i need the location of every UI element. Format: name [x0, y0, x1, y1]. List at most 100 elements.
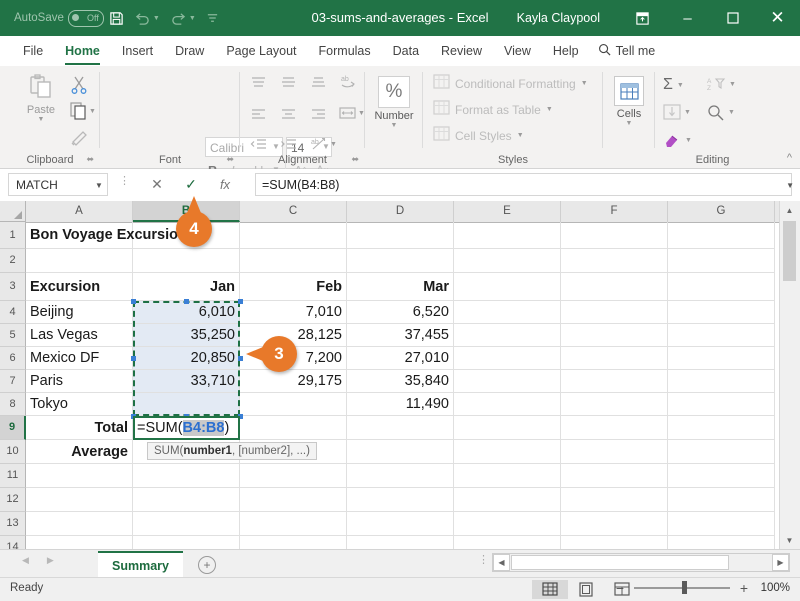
cell-C2[interactable]: [240, 249, 347, 273]
row-header-9[interactable]: 9: [0, 416, 26, 440]
number-dropdown-icon[interactable]: ▼: [391, 122, 398, 129]
cell-F7[interactable]: [561, 370, 668, 393]
cell-A14[interactable]: [26, 536, 133, 549]
cell-B6[interactable]: 20,850: [133, 347, 240, 370]
cell-E14[interactable]: [454, 536, 561, 549]
cell-F13[interactable]: [561, 512, 668, 536]
cell-B5[interactable]: 35,250: [133, 324, 240, 347]
cell-F8[interactable]: [561, 393, 668, 416]
column-header-G[interactable]: G: [668, 201, 775, 222]
column-header-D[interactable]: D: [347, 201, 454, 222]
clear-dropdown-icon[interactable]: ▼: [685, 137, 692, 144]
cells-button[interactable]: Cells ▼: [607, 76, 651, 127]
cell-B13[interactable]: [133, 512, 240, 536]
copy-dropdown-icon[interactable]: ▼: [89, 108, 96, 115]
vertical-scrollbar[interactable]: ▲ ▼: [779, 201, 800, 549]
formula-bar-grip[interactable]: ⋮: [119, 176, 130, 187]
cell-A13[interactable]: [26, 512, 133, 536]
fill-dropdown-icon[interactable]: ▼: [684, 109, 691, 116]
ribbon-display-options-icon[interactable]: [620, 0, 665, 36]
cell-F12[interactable]: [561, 488, 668, 512]
paste-button[interactable]: Paste ▼: [14, 74, 68, 123]
name-box[interactable]: MATCH: [8, 173, 108, 196]
cell-A5[interactable]: Las Vegas: [26, 324, 133, 347]
number-format-button[interactable]: % Number ▼: [371, 76, 417, 129]
cell-G3[interactable]: [668, 273, 775, 301]
center-button[interactable]: [280, 108, 297, 125]
decrease-indent-button[interactable]: [250, 138, 267, 155]
increase-indent-button[interactable]: [280, 138, 297, 155]
cell-area[interactable]: Bon Voyage Excursions Excursion Jan Feb Mar B…: [26, 222, 780, 549]
clear-button[interactable]: ▼: [663, 132, 692, 148]
cell-G2[interactable]: [668, 249, 775, 273]
cell-D4[interactable]: 6,520: [347, 301, 454, 324]
cell-E3[interactable]: [454, 273, 561, 301]
autosum-button[interactable]: Σ ▼: [663, 76, 684, 94]
ribbon-tab-home[interactable]: Home: [54, 36, 111, 66]
find-select-dropdown-icon[interactable]: ▼: [728, 109, 735, 116]
column-header-E[interactable]: E: [454, 201, 561, 222]
cell-E2[interactable]: [454, 249, 561, 273]
zoom-out-button[interactable]: −: [614, 580, 626, 596]
cell-F14[interactable]: [561, 536, 668, 549]
zoom-slider[interactable]: [634, 581, 730, 595]
previous-sheet-button[interactable]: ◀: [22, 555, 29, 566]
cell-E11[interactable]: [454, 464, 561, 488]
cell-C7[interactable]: 29,175: [240, 370, 347, 393]
column-header-C[interactable]: C: [240, 201, 347, 222]
cell-A4[interactable]: Beijing: [26, 301, 133, 324]
row-header-3[interactable]: 3: [0, 273, 26, 301]
row-header-1[interactable]: 1: [0, 222, 26, 249]
scroll-down-button[interactable]: ▼: [780, 531, 799, 549]
in-cell-formula-editor[interactable]: =SUM(B4:B8): [133, 416, 240, 440]
row-header-12[interactable]: 12: [0, 488, 26, 512]
scroll-up-button[interactable]: ▲: [780, 201, 799, 219]
bottom-align-button[interactable]: [310, 76, 327, 94]
cell-C13[interactable]: [240, 512, 347, 536]
cell-F1[interactable]: [561, 222, 668, 249]
find-select-button[interactable]: ▼: [707, 104, 735, 121]
cell-C3[interactable]: Feb: [240, 273, 347, 301]
insert-function-button[interactable]: fx: [208, 173, 242, 196]
format-painter-button[interactable]: [70, 128, 89, 149]
styles-item-dropdown-icon[interactable]: ▼: [546, 106, 553, 113]
add-sheet-button[interactable]: +: [198, 556, 216, 574]
cell-E9[interactable]: [454, 416, 561, 440]
cell-D8[interactable]: 11,490: [347, 393, 454, 416]
redo-icon[interactable]: ▼: [165, 0, 201, 36]
cell-G1[interactable]: [668, 222, 775, 249]
user-name[interactable]: Kayla Claypool: [517, 0, 600, 36]
next-sheet-button[interactable]: ▶: [47, 555, 54, 566]
ribbon-tab-draw[interactable]: Draw: [164, 36, 215, 66]
row-header-8[interactable]: 8: [0, 393, 26, 416]
align-right-button[interactable]: [310, 108, 327, 125]
cell-D12[interactable]: [347, 488, 454, 512]
styles-item-conditional-formatting[interactable]: Conditional Formatting ▼: [433, 74, 588, 93]
cell-G14[interactable]: [668, 536, 775, 549]
close-button[interactable]: ✕: [755, 0, 800, 36]
formula-input[interactable]: =SUM(B4:B8): [255, 173, 792, 196]
copy-button[interactable]: ▼: [70, 102, 96, 120]
selection-handle[interactable]: [237, 298, 243, 304]
selection-handle[interactable]: [184, 298, 189, 304]
cell-C1[interactable]: [240, 222, 347, 249]
cell-A8[interactable]: Tokyo: [26, 393, 133, 416]
cell-E7[interactable]: [454, 370, 561, 393]
cell-A6[interactable]: Mexico DF: [26, 347, 133, 370]
cell-C4[interactable]: 7,010: [240, 301, 347, 324]
cell-B14[interactable]: [133, 536, 240, 549]
undo-icon[interactable]: ▼: [129, 0, 165, 36]
selection-handle[interactable]: [237, 356, 243, 361]
cell-A3[interactable]: Excursion: [26, 273, 133, 301]
horizontal-scrollbar[interactable]: ◀ ▶: [492, 553, 790, 572]
cell-B2[interactable]: [133, 249, 240, 273]
paste-dropdown-icon[interactable]: ▼: [38, 116, 45, 123]
middle-align-button[interactable]: [280, 76, 297, 94]
row-header-13[interactable]: 13: [0, 512, 26, 536]
cells-dropdown-icon[interactable]: ▼: [626, 120, 633, 127]
ribbon-tab-file[interactable]: File: [12, 36, 54, 66]
cell-G8[interactable]: [668, 393, 775, 416]
fill-button[interactable]: ▼: [663, 104, 691, 121]
cell-B7[interactable]: 33,710: [133, 370, 240, 393]
minimize-button[interactable]: –: [665, 0, 710, 36]
